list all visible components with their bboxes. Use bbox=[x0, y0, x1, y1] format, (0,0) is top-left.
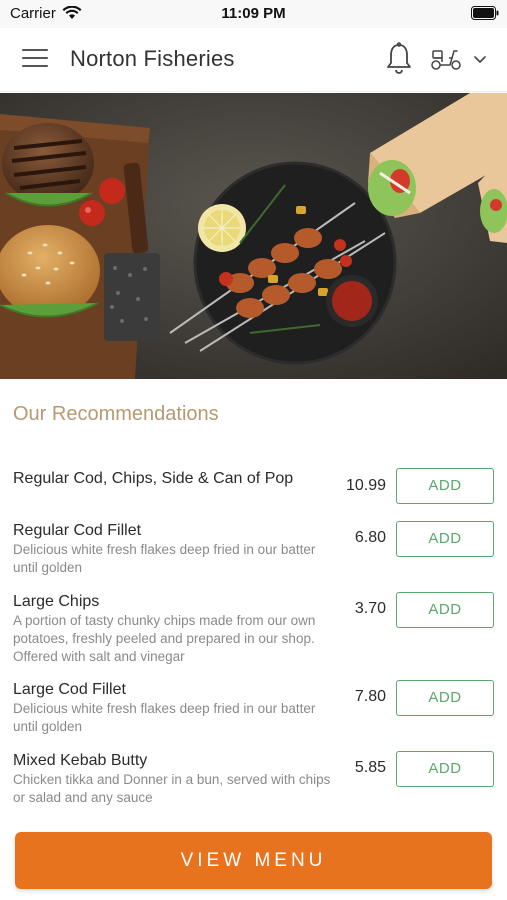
list-item: Regular Cod, Chips, Side & Can of Pop 10… bbox=[0, 463, 507, 521]
menu-icon[interactable] bbox=[22, 49, 48, 71]
status-bar: Carrier 11:09 PM bbox=[0, 0, 507, 28]
item-description: Delicious white fresh flakes deep fried … bbox=[13, 542, 316, 575]
item-description: A portion of tasty chunky chips made fro… bbox=[13, 613, 316, 664]
list-item: Mixed Kebab Butty Chicken tikka and Donn… bbox=[0, 751, 507, 811]
scooter-icon[interactable] bbox=[430, 46, 462, 72]
bell-icon[interactable] bbox=[384, 42, 414, 76]
view-menu-button[interactable]: VIEW MENU bbox=[15, 832, 492, 889]
app-header: Norton Fisheries bbox=[0, 28, 507, 92]
add-button[interactable]: ADD bbox=[396, 468, 494, 504]
item-price: 10.99 bbox=[345, 477, 386, 494]
list-item: Large Cod Fillet Delicious white fresh f… bbox=[0, 680, 507, 751]
recommendations-list: Regular Cod, Chips, Side & Can of Pop 10… bbox=[0, 463, 507, 811]
list-item: Large Chips A portion of tasty chunky ch… bbox=[0, 592, 507, 680]
add-button[interactable]: ADD bbox=[396, 592, 494, 628]
add-button[interactable]: ADD bbox=[396, 751, 494, 787]
item-description: Delicious white fresh flakes deep fried … bbox=[13, 701, 316, 734]
item-price: 3.70 bbox=[354, 600, 386, 617]
item-name: Mixed Kebab Butty bbox=[13, 752, 148, 769]
battery-icon bbox=[471, 6, 499, 20]
section-title: Our Recommendations bbox=[13, 403, 219, 425]
item-name: Regular Cod, Chips, Side & Can of Pop bbox=[13, 470, 294, 487]
item-price: 7.80 bbox=[354, 688, 386, 705]
item-description: Chicken tikka and Donner in a bun, serve… bbox=[13, 772, 331, 805]
item-price: 5.85 bbox=[354, 759, 386, 776]
hero-image bbox=[0, 93, 507, 379]
item-name: Large Cod Fillet bbox=[13, 681, 126, 698]
add-button[interactable]: ADD bbox=[396, 521, 494, 557]
clock: 11:09 PM bbox=[221, 5, 286, 22]
food-platter-illustration bbox=[0, 93, 507, 379]
chevron-down-icon[interactable] bbox=[472, 52, 488, 66]
page-title: Norton Fisheries bbox=[70, 46, 235, 71]
list-item: Regular Cod Fillet Delicious white fresh… bbox=[0, 521, 507, 592]
item-name: Regular Cod Fillet bbox=[13, 522, 142, 539]
add-button[interactable]: ADD bbox=[396, 680, 494, 716]
item-price: 6.80 bbox=[354, 529, 386, 546]
item-name: Large Chips bbox=[13, 593, 100, 610]
